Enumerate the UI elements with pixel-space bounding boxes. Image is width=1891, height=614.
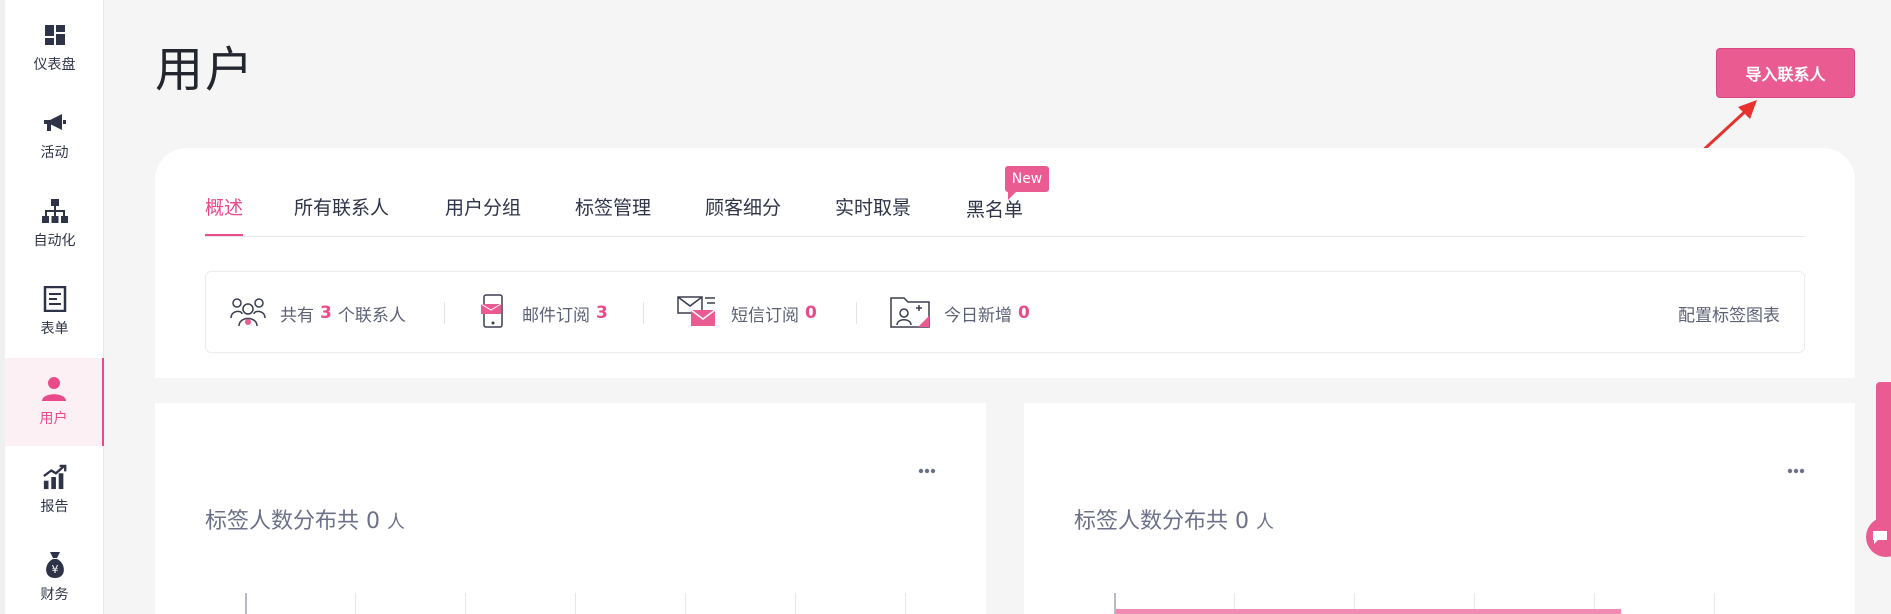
sidebar-item-label: 财务	[40, 587, 69, 603]
phone-email-icon	[478, 293, 508, 333]
chart-bar	[1116, 609, 1621, 614]
stat-value: 0	[805, 303, 817, 323]
tab-customer-segments[interactable]: 顾客细分	[705, 193, 781, 236]
sidebar-item-dashboard[interactable]: 仪表盘	[5, 4, 104, 92]
new-contact-folder-icon	[890, 294, 930, 333]
panel-title: 标签人数分布共 0 人	[205, 503, 405, 535]
more-options-icon[interactable]	[1787, 459, 1805, 478]
stat-sms-subscriptions: 短信订阅 0	[677, 272, 823, 354]
sms-envelope-icon	[677, 294, 717, 333]
panel-count: 0	[366, 509, 381, 534]
stat-prefix: 共有	[280, 305, 314, 326]
gridline	[905, 593, 906, 614]
money-bag-icon: ¥	[42, 552, 68, 578]
dashboard-icon	[42, 22, 68, 48]
sidebar-item-finance[interactable]: ¥ 财务	[5, 534, 104, 614]
gridline	[685, 593, 686, 614]
report-chart-icon	[42, 464, 68, 490]
import-contacts-button[interactable]: 导入联系人	[1716, 48, 1855, 98]
chart-axis	[245, 593, 945, 614]
sidebar: 仪表盘 活动 自动化 表单 用户 报告 ¥ 财务	[0, 0, 104, 614]
stat-suffix: 个联系人	[337, 305, 406, 326]
divider	[643, 302, 644, 324]
gridline	[465, 593, 466, 614]
tag-distribution-panel: 标签人数分布共 0 人	[1024, 403, 1855, 614]
sidebar-item-automation[interactable]: 自动化	[5, 180, 104, 268]
gridline	[575, 593, 576, 614]
form-icon	[42, 286, 68, 312]
panel-unit: 人	[387, 512, 406, 533]
divider	[444, 302, 445, 324]
sidebar-item-users[interactable]: 用户	[5, 358, 104, 446]
divider	[856, 302, 857, 324]
sidebar-item-label: 表单	[40, 321, 69, 337]
stat-label: 今日新增	[944, 305, 1012, 326]
stat-label: 邮件订阅	[522, 305, 590, 326]
y-axis-line	[245, 593, 247, 614]
megaphone-icon	[42, 110, 68, 136]
tab-overview[interactable]: 概述	[205, 193, 244, 236]
panel-title-text: 标签人数分布共	[205, 509, 360, 534]
sidebar-item-label: 活动	[40, 145, 69, 161]
tag-distribution-panel: 标签人数分布共 0 人	[155, 403, 986, 614]
stat-value: 3	[596, 303, 608, 323]
stats-bar: 共有 3 个联系人 邮件订阅 3 短信订阅 0 今日新增 0 配置标签图表	[205, 271, 1805, 353]
stat-value: 3	[320, 303, 332, 323]
chat-icon[interactable]	[1866, 517, 1891, 557]
sidebar-item-label: 仪表盘	[33, 57, 76, 73]
gridline	[795, 593, 796, 614]
sidebar-item-label: 自动化	[33, 233, 76, 249]
svg-text:¥: ¥	[51, 563, 58, 576]
panel-unit: 人	[1256, 512, 1275, 533]
people-group-icon	[230, 294, 266, 333]
user-icon	[41, 376, 67, 402]
gridline	[1714, 593, 1715, 614]
gridline	[355, 593, 356, 614]
more-options-icon[interactable]	[918, 459, 936, 478]
configure-tag-chart-link[interactable]: 配置标签图表	[1678, 272, 1780, 354]
tab-live-view[interactable]: 实时取景	[835, 193, 911, 236]
panel-title: 标签人数分布共 0 人	[1074, 503, 1274, 535]
stat-total-contacts: 共有 3 个联系人	[230, 272, 406, 354]
sidebar-item-label: 报告	[40, 499, 69, 515]
stat-email-subscriptions: 邮件订阅 3	[478, 272, 614, 354]
sidebar-item-forms[interactable]: 表单	[5, 268, 104, 356]
stat-value: 0	[1018, 303, 1030, 323]
tab-all-contacts[interactable]: 所有联系人	[294, 193, 389, 236]
tab-tag-management[interactable]: 标签管理	[575, 193, 651, 236]
tab-blacklist[interactable]: 黑名单	[966, 195, 1023, 238]
sidebar-item-reports[interactable]: 报告	[5, 446, 104, 534]
stat-label: 短信订阅	[731, 305, 799, 326]
tab-user-groups[interactable]: 用户分组	[445, 193, 521, 236]
panel-title-text: 标签人数分布共	[1074, 509, 1229, 534]
tab-bar: 概述 所有联系人 用户分组 标签管理 顾客细分 实时取景 黑名单	[205, 185, 1805, 237]
page-title: 用户	[155, 42, 256, 98]
stat-new-today: 今日新增 0	[890, 272, 1036, 354]
sidebar-item-label: 用户	[39, 411, 68, 427]
flowchart-icon	[41, 198, 68, 224]
new-badge: New	[1005, 166, 1049, 200]
panel-count: 0	[1235, 509, 1250, 534]
sidebar-item-campaigns[interactable]: 活动	[5, 92, 104, 180]
